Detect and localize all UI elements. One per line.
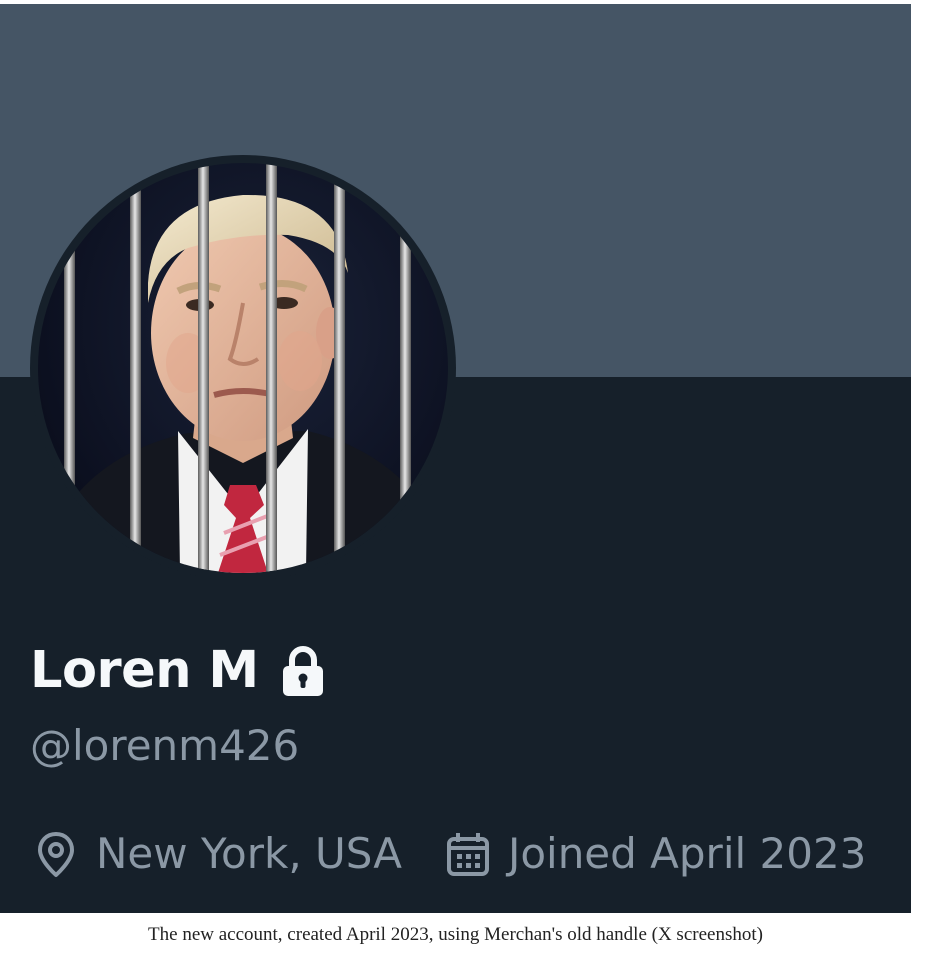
- display-name: Loren M: [30, 640, 325, 702]
- profile-handle: @lorenm426: [30, 721, 300, 770]
- location-text: New York, USA: [96, 829, 402, 878]
- avatar[interactable]: [38, 163, 448, 573]
- joined-item: Joined April 2023: [444, 824, 866, 884]
- display-name-text: Loren M: [30, 641, 259, 700]
- location-item: New York, USA: [32, 824, 402, 884]
- image-caption: The new account, created April 2023, usi…: [148, 924, 763, 945]
- location-pin-icon: [32, 830, 80, 878]
- profile-card: Loren M @lorenm426 New York, USA Joined …: [0, 4, 911, 913]
- avatar-image: [64, 163, 418, 573]
- joined-text: Joined April 2023: [507, 829, 867, 878]
- lock-icon: [281, 645, 325, 697]
- profile-meta: New York, USA Joined April 2023: [32, 824, 866, 884]
- calendar-icon: [444, 830, 492, 878]
